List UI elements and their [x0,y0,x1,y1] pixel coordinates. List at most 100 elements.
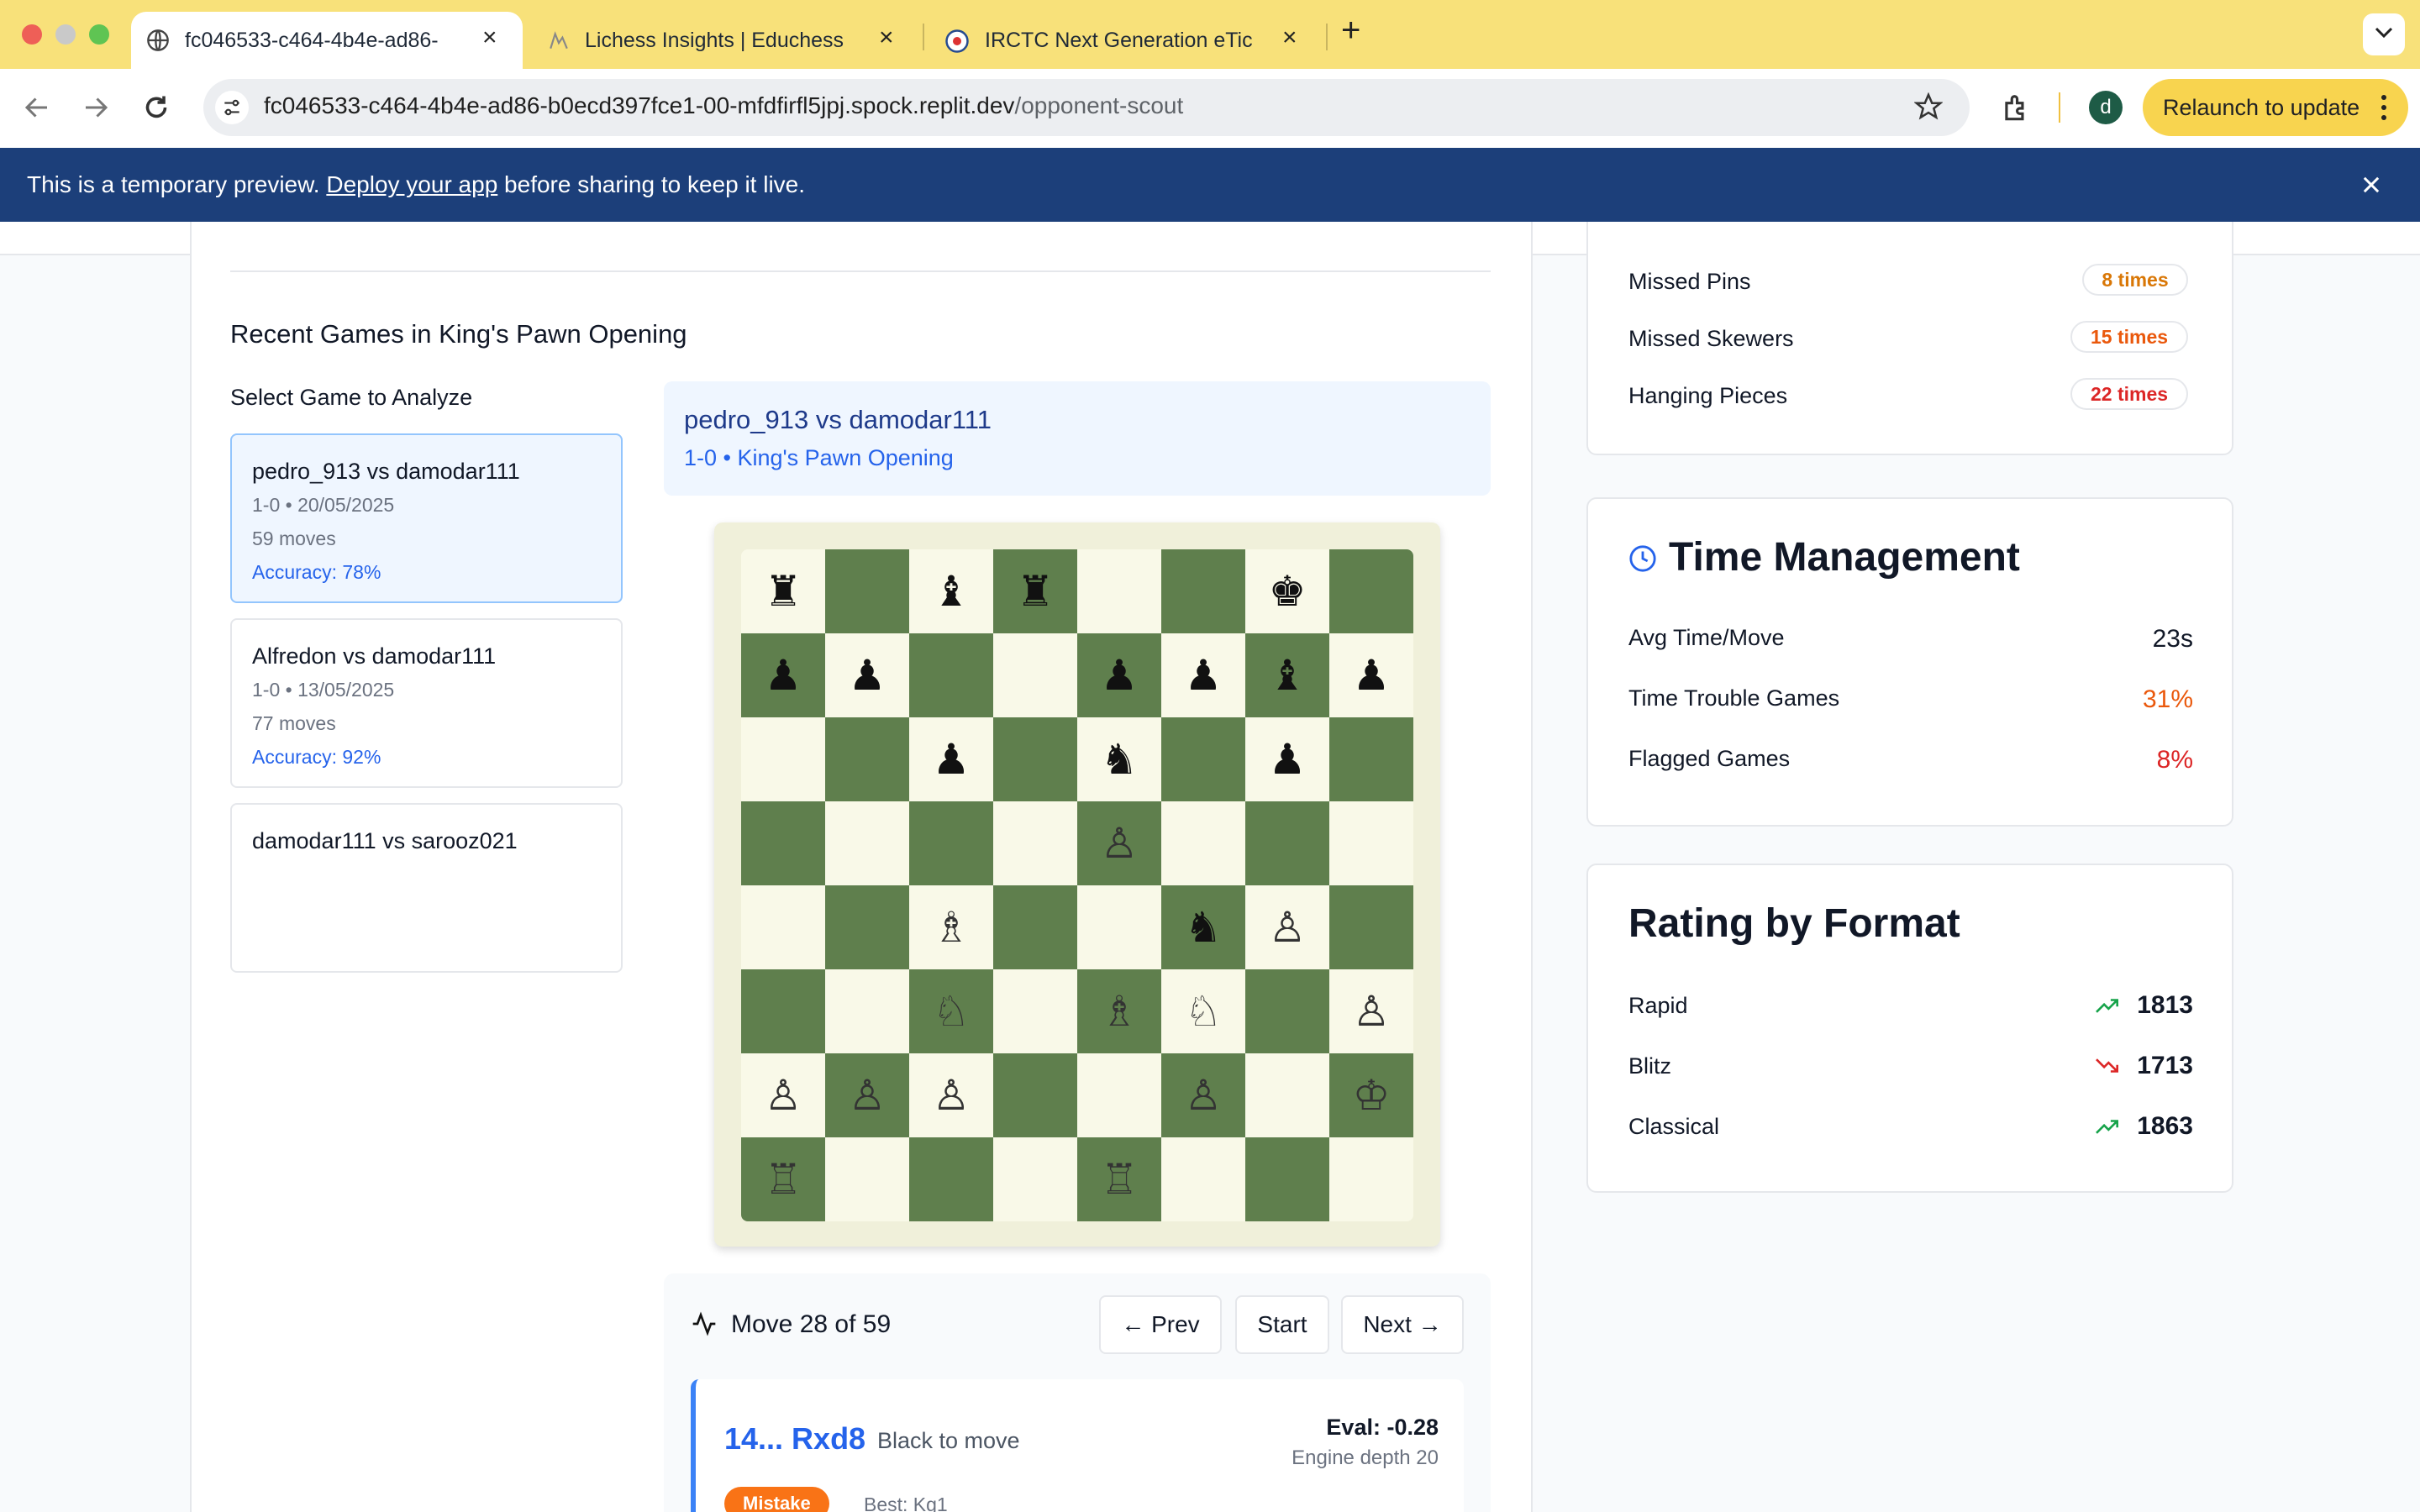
board-square[interactable] [993,717,1077,801]
board-square[interactable] [825,885,909,969]
board-square[interactable] [1077,549,1161,633]
deploy-app-link[interactable]: Deploy your app [326,171,497,197]
black-bishop-icon[interactable]: ♝ [1269,654,1307,696]
game-list-item[interactable]: damodar111 vs sarooz021 [230,803,623,973]
board-square[interactable]: ♞ [1077,717,1161,801]
white-bishop-icon[interactable]: ♗ [933,906,971,948]
white-bishop-icon[interactable]: ♗ [1101,990,1139,1032]
maximize-window-button[interactable] [89,24,109,45]
black-pawn-icon[interactable]: ♟ [1185,654,1223,696]
board-square[interactable] [825,801,909,885]
black-king-icon[interactable]: ♚ [1269,570,1307,612]
black-knight-icon[interactable]: ♞ [1185,906,1223,948]
board-square[interactable] [993,1137,1077,1221]
board-square[interactable] [909,633,993,717]
bookmark-star-icon[interactable] [1913,92,1944,125]
white-pawn-icon[interactable]: ♙ [1185,1074,1223,1116]
black-knight-icon[interactable]: ♞ [1101,738,1139,780]
extensions-icon[interactable] [2000,92,2032,129]
black-rook-icon[interactable]: ♜ [765,570,802,612]
board-square[interactable] [993,885,1077,969]
board-square[interactable]: ♟ [1245,717,1329,801]
board-square[interactable] [1329,1137,1413,1221]
board-square[interactable]: ♙ [825,1053,909,1137]
board-square[interactable] [1077,885,1161,969]
game-list-item[interactable]: Alfredon vs damodar111 1-0 • 13/05/2025 … [230,618,623,788]
board-square[interactable] [1245,1137,1329,1221]
board-square[interactable]: ♟ [741,633,825,717]
board-square[interactable] [1161,801,1245,885]
board-square[interactable]: ♙ [1245,885,1329,969]
board-square[interactable] [993,633,1077,717]
board-square[interactable]: ♗ [909,885,993,969]
black-pawn-icon[interactable]: ♟ [1353,654,1391,696]
board-square[interactable] [909,801,993,885]
board-square[interactable] [1245,969,1329,1053]
prev-move-button[interactable]: ← Prev [1099,1295,1222,1354]
next-move-button[interactable]: Next → [1341,1295,1464,1354]
white-rook-icon[interactable]: ♖ [1101,1158,1139,1200]
board-square[interactable]: ♙ [741,1053,825,1137]
board-square[interactable] [825,717,909,801]
board-square[interactable] [741,885,825,969]
relaunch-button[interactable]: Relaunch to update [2143,79,2408,136]
black-pawn-icon[interactable]: ♟ [933,738,971,780]
tab-search-button[interactable] [2363,13,2405,55]
board-square[interactable] [741,969,825,1053]
board-square[interactable]: ♟ [909,717,993,801]
board-square[interactable] [741,801,825,885]
start-button[interactable]: Start [1235,1295,1329,1354]
browser-tab-active[interactable]: fc046533-c464-4b4e-ad86- × [131,12,523,69]
board-square[interactable] [1329,801,1413,885]
board-square[interactable]: ♔ [1329,1053,1413,1137]
browser-tab-lichess[interactable]: Lichess Insights | Educhess × [534,12,921,69]
black-rook-icon[interactable]: ♜ [1017,570,1055,612]
board-square[interactable] [825,549,909,633]
board-square[interactable]: ♟ [1329,633,1413,717]
white-pawn-icon[interactable]: ♙ [933,1074,971,1116]
board-square[interactable] [1245,801,1329,885]
browser-tab-irctc[interactable]: IRCTC Next Generation eTicke × [933,12,1319,69]
board-square[interactable]: ♝ [1245,633,1329,717]
white-pawn-icon[interactable]: ♙ [849,1074,886,1116]
board-square[interactable] [825,1137,909,1221]
board-square[interactable] [993,1053,1077,1137]
close-tab-icon[interactable]: × [482,24,497,52]
board-square[interactable]: ♞ [1161,885,1245,969]
back-arrow-icon[interactable] [22,92,52,127]
black-pawn-icon[interactable]: ♟ [1269,738,1307,780]
close-tab-icon[interactable]: × [1282,24,1297,52]
board-square[interactable] [1161,717,1245,801]
forward-arrow-icon[interactable] [81,92,111,127]
white-knight-icon[interactable]: ♘ [933,990,971,1032]
board-square[interactable]: ♘ [1161,969,1245,1053]
board-square[interactable] [1161,1137,1245,1221]
board-square[interactable]: ♙ [1077,801,1161,885]
white-pawn-icon[interactable]: ♙ [765,1074,802,1116]
board-square[interactable]: ♟ [1077,633,1161,717]
board-square[interactable] [1329,885,1413,969]
black-bishop-icon[interactable]: ♝ [933,570,971,612]
board-square[interactable]: ♜ [741,549,825,633]
reload-icon[interactable] [141,92,171,127]
board-square[interactable]: ♙ [1161,1053,1245,1137]
chessboard[interactable]: ♜ ♝ ♜ ♚ ♟ ♟ ♟ ♟ ♝ ♟ ♟ ♞ ♟ ♙ ♗ ♞ ♙ ♘ ♗ ♘ ♙ ♙ ♙ ♙ ♙ ♔ ♖ ♖ [741,549,1413,1221]
board-square[interactable] [993,969,1077,1053]
board-square[interactable]: ♖ [741,1137,825,1221]
board-square[interactable] [825,969,909,1053]
site-settings-icon[interactable] [215,91,249,124]
black-pawn-icon[interactable]: ♟ [849,654,886,696]
board-square[interactable] [1245,1053,1329,1137]
white-pawn-icon[interactable]: ♙ [1101,822,1139,864]
board-square[interactable]: ♗ [1077,969,1161,1053]
game-list[interactable]: pedro_913 vs damodar111 1-0 • 20/05/2025… [230,433,625,1085]
close-tab-icon[interactable]: × [879,24,894,52]
board-square[interactable]: ♙ [1329,969,1413,1053]
profile-avatar[interactable]: d [2089,91,2123,124]
board-square[interactable]: ♙ [909,1053,993,1137]
white-knight-icon[interactable]: ♘ [1185,990,1223,1032]
board-square[interactable] [1329,549,1413,633]
board-square[interactable]: ♟ [1161,633,1245,717]
minimize-window-button[interactable] [55,24,76,45]
white-pawn-icon[interactable]: ♙ [1269,906,1307,948]
